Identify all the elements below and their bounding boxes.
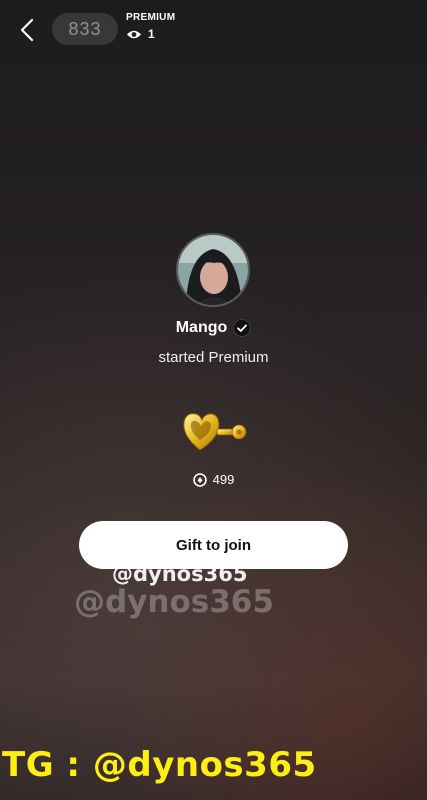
viewer-count-value: 1 — [148, 27, 155, 41]
status-text: started Premium — [158, 349, 269, 366]
group-members-pill[interactable]: 833 — [52, 13, 118, 45]
group-icon: 833 — [68, 18, 102, 39]
username-row: Mango — [0, 319, 427, 337]
username: Mango — [175, 319, 228, 336]
header-info: PREMIUM 1 — [126, 12, 175, 41]
viewer-count: 1 — [126, 27, 175, 41]
price-value: 499 — [212, 472, 235, 487]
price-row: 499 — [0, 472, 427, 487]
avatar[interactable] — [176, 233, 250, 307]
watermark-faded: @dynos365 — [74, 584, 274, 620]
verified-badge-icon — [233, 319, 252, 337]
golden-heart-key-icon — [183, 413, 247, 451]
back-arrow-icon[interactable] — [14, 16, 42, 44]
eye-icon — [127, 30, 141, 38]
premium-label: PREMIUM — [126, 12, 176, 23]
avatar-image — [178, 235, 248, 305]
coin-icon — [192, 472, 207, 487]
watermark-small: @dynos365 — [112, 562, 248, 586]
watermark-banner: TG : @dynos365 — [2, 745, 317, 785]
